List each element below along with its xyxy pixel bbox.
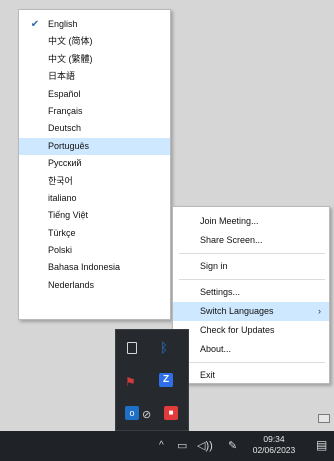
language-label: Português bbox=[48, 140, 90, 151]
menu-separator bbox=[179, 253, 325, 254]
notification-icon[interactable]: ▤ bbox=[316, 438, 327, 452]
language-label: English bbox=[48, 19, 78, 29]
flag-icon[interactable]: ⚑ bbox=[125, 375, 136, 389]
camera-off-icon[interactable]: ⊘ bbox=[142, 408, 151, 421]
pen-icon[interactable]: ✎ bbox=[228, 439, 237, 452]
exit-item[interactable]: Exit bbox=[173, 366, 329, 385]
switch-languages-item[interactable]: Switch Languages › bbox=[173, 302, 329, 321]
language-label: Bahasa Indonesia bbox=[48, 262, 121, 273]
speaker-icon[interactable]: ◁)) bbox=[197, 439, 213, 452]
usb-icon[interactable] bbox=[127, 342, 137, 354]
switch-languages-label: Switch Languages bbox=[200, 306, 274, 316]
language-label: Türkçe bbox=[48, 227, 76, 238]
language-item[interactable]: Türkçe bbox=[19, 225, 170, 242]
language-item[interactable]: Français bbox=[19, 103, 170, 120]
zoom-icon[interactable]: Z bbox=[159, 373, 173, 387]
language-item[interactable]: 中文 (简体) bbox=[19, 33, 170, 50]
tray-context-menu: Join Meeting... Share Screen... Sign in … bbox=[172, 206, 330, 384]
chevron-up-icon[interactable]: ^ bbox=[159, 440, 164, 451]
language-label: Polski bbox=[48, 245, 73, 256]
language-item[interactable]: Português bbox=[19, 137, 170, 156]
language-label: Tiếng Việt bbox=[48, 210, 89, 221]
language-label: 日本語 bbox=[48, 71, 76, 82]
language-label: Deutsch bbox=[48, 123, 82, 134]
language-item[interactable]: Bahasa Indonesia bbox=[19, 259, 170, 276]
language-label: 中文 (简体) bbox=[48, 36, 93, 47]
language-item[interactable]: Español bbox=[19, 86, 170, 103]
checkmark-icon: ✔ bbox=[30, 19, 40, 30]
show-desktop-icon[interactable] bbox=[318, 414, 330, 423]
language-label: Español bbox=[48, 88, 81, 99]
language-item[interactable]: Русский bbox=[19, 155, 170, 172]
clock-time: 09:34 bbox=[263, 434, 285, 444]
language-item[interactable]: italiano bbox=[19, 190, 170, 207]
clock-date: 02/06/2023 bbox=[252, 445, 296, 455]
language-item[interactable]: 中文 (繁體) bbox=[19, 51, 170, 68]
language-label: Nederlands bbox=[48, 279, 95, 290]
language-item[interactable]: Polski bbox=[19, 242, 170, 259]
menu-separator bbox=[179, 279, 325, 280]
sign-in-item[interactable]: Sign in bbox=[173, 257, 329, 276]
tray-overflow-panel: ᛒ ⚑ Z o ⊘ ■ bbox=[115, 329, 189, 431]
outlook-icon[interactable]: o bbox=[125, 406, 139, 420]
language-item[interactable]: ✔ English bbox=[19, 16, 170, 33]
bluetooth-icon[interactable]: ᛒ bbox=[160, 340, 168, 355]
chevron-right-icon: › bbox=[318, 306, 321, 316]
language-item[interactable]: Nederlands bbox=[19, 277, 170, 294]
language-label: Русский bbox=[48, 158, 82, 169]
language-item[interactable]: Deutsch bbox=[19, 120, 170, 137]
language-label: 한국어 bbox=[48, 175, 73, 186]
clock[interactable]: 09:34 02/06/2023 bbox=[243, 434, 305, 456]
language-submenu: ✔ English 中文 (简体) 中文 (繁體) 日本語 Español Français… bbox=[18, 9, 171, 320]
menu-separator bbox=[179, 362, 325, 363]
check-for-updates-item[interactable]: Check for Updates bbox=[173, 321, 329, 340]
language-label: Français bbox=[48, 105, 83, 116]
settings-item[interactable]: Settings... bbox=[173, 283, 329, 302]
about-item[interactable]: About... bbox=[173, 340, 329, 359]
language-item[interactable]: 한국어 bbox=[19, 173, 170, 190]
taskbar: ^ ▭ ◁)) ✎ 09:34 02/06/2023 ▤ bbox=[0, 431, 334, 461]
red-app-icon[interactable]: ■ bbox=[164, 406, 178, 420]
language-label: italiano bbox=[48, 192, 77, 203]
language-label: 中文 (繁體) bbox=[48, 53, 93, 64]
share-screen-item[interactable]: Share Screen... bbox=[173, 231, 329, 250]
join-meeting-item[interactable]: Join Meeting... bbox=[173, 212, 329, 231]
language-item[interactable]: Tiếng Việt bbox=[19, 207, 170, 224]
language-item[interactable]: 日本語 bbox=[19, 68, 170, 85]
network-icon[interactable]: ▭ bbox=[177, 439, 187, 452]
